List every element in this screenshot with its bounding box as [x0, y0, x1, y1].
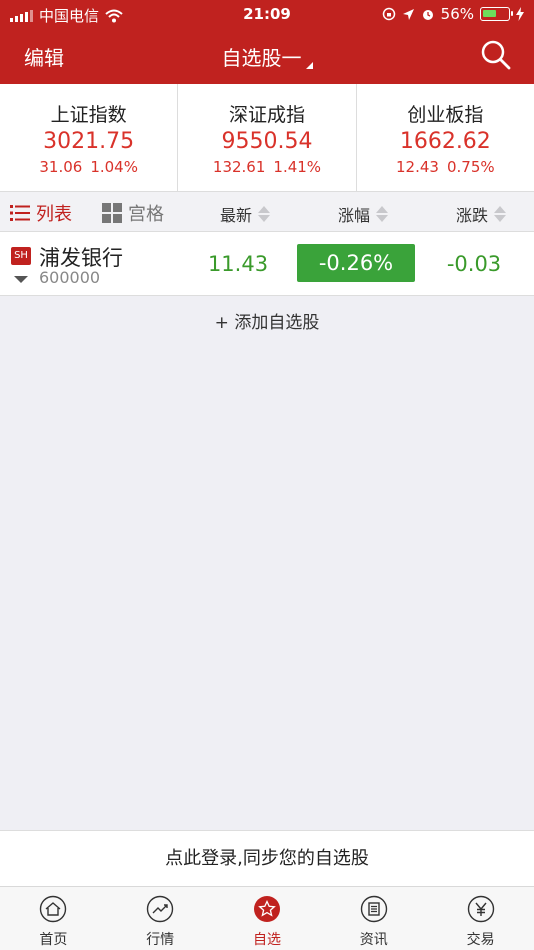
sort-pct-header[interactable]: 涨幅	[338, 202, 389, 226]
tab-news[interactable]: 资讯	[320, 887, 427, 950]
index-change: 31.06 1.04%	[0, 158, 177, 176]
yen-icon	[467, 895, 494, 923]
expand-caret-icon[interactable]	[14, 276, 28, 283]
index-name: 创业板指	[407, 104, 484, 126]
grid-view-toggle[interactable]: 宫格	[102, 200, 164, 226]
column-change-label: 涨跌	[456, 206, 489, 225]
sort-latest-header[interactable]: 最新	[220, 202, 271, 226]
grid-view-label: 宫格	[128, 204, 164, 225]
index-change-percent: 0.75%	[446, 158, 495, 176]
alarm-icon	[422, 10, 433, 20]
list-view-label: 列表	[36, 204, 72, 225]
list-view-toggle[interactable]: 列表	[10, 200, 72, 226]
battery-icon	[480, 7, 513, 21]
search-icon[interactable]	[480, 39, 512, 71]
nav-bar: 编辑 自选股一	[0, 28, 534, 84]
home-icon	[40, 895, 67, 923]
tab-label: 交易	[466, 932, 495, 948]
sort-arrows-icon	[494, 206, 507, 222]
index-card[interactable]: 深证成指 9550.54 132.61 1.41%	[178, 84, 357, 191]
grid-icon	[102, 203, 122, 223]
index-value: 1662.62	[399, 129, 491, 154]
market-badge: SH	[11, 247, 31, 265]
sort-change-header[interactable]: 涨跌	[456, 202, 507, 226]
index-change: 132.61 1.41%	[178, 158, 355, 176]
news-icon	[360, 895, 387, 923]
index-change-points: 12.43	[396, 158, 439, 176]
stock-row[interactable]: SH 浦发银行 600000 11.43 -0.26% -0.03	[0, 232, 534, 296]
index-change: 12.43 0.75%	[357, 158, 534, 176]
location-icon	[402, 8, 414, 20]
tab-trade[interactable]: 交易	[427, 887, 534, 950]
add-stock-button[interactable]: + 添加自选股	[0, 298, 534, 348]
sort-arrows-icon	[376, 206, 389, 222]
index-change-percent: 1.04%	[90, 158, 138, 176]
column-latest-label: 最新	[220, 206, 253, 225]
stock-change: -0.03	[446, 252, 502, 276]
tab-label: 行情	[146, 932, 175, 948]
index-card[interactable]: 创业板指 1662.62 12.43 0.75%	[357, 84, 534, 191]
list-header: 列表 宫格 最新 涨幅 涨跌	[0, 192, 534, 232]
orientation-lock-icon	[382, 7, 395, 21]
column-pct-label: 涨幅	[338, 206, 371, 225]
tab-watchlist[interactable]: 自选	[214, 887, 321, 950]
sort-arrows-icon	[258, 206, 271, 222]
tab-label: 自选	[252, 932, 281, 948]
index-name: 深证成指	[228, 104, 305, 126]
index-change-points: 132.61	[212, 158, 266, 176]
status-bar: 中国电信 21:09 56%	[0, 0, 534, 28]
login-sync-prompt[interactable]: 点此登录,同步您的自选股	[0, 830, 534, 886]
stock-code: 600000	[39, 268, 101, 287]
tab-label: 首页	[39, 932, 68, 948]
index-name: 上证指数	[50, 104, 127, 126]
stock-price: 11.43	[207, 252, 269, 276]
battery-percent: 56%	[440, 5, 474, 23]
status-right: 56%	[382, 5, 524, 23]
index-value: 9550.54	[221, 129, 313, 154]
tab-label: 资讯	[359, 932, 388, 948]
index-change-percent: 1.41%	[273, 158, 322, 176]
index-change-points: 31.06	[39, 158, 83, 176]
tab-home[interactable]: 首页	[0, 887, 107, 950]
dropdown-corner-icon	[305, 62, 313, 69]
battery-fill	[483, 10, 496, 17]
list-icon	[10, 205, 30, 221]
charging-icon	[516, 7, 524, 21]
tab-bar: 首页 行情 自选 资讯 交易	[0, 886, 534, 950]
tab-market[interactable]: 行情	[107, 887, 214, 950]
watchlist-title: 自选股一	[221, 46, 302, 70]
stock-pct-badge[interactable]: -0.26%	[297, 244, 415, 282]
trend-icon	[146, 895, 174, 923]
index-value: 3021.75	[43, 129, 135, 154]
watchlist-group-selector[interactable]: 自选股一	[0, 42, 534, 71]
index-panel: 上证指数 3021.75 31.06 1.04% 深证成指 9550.54 132…	[0, 84, 534, 192]
index-card[interactable]: 上证指数 3021.75 31.06 1.04%	[0, 84, 179, 191]
star-icon	[253, 896, 280, 922]
